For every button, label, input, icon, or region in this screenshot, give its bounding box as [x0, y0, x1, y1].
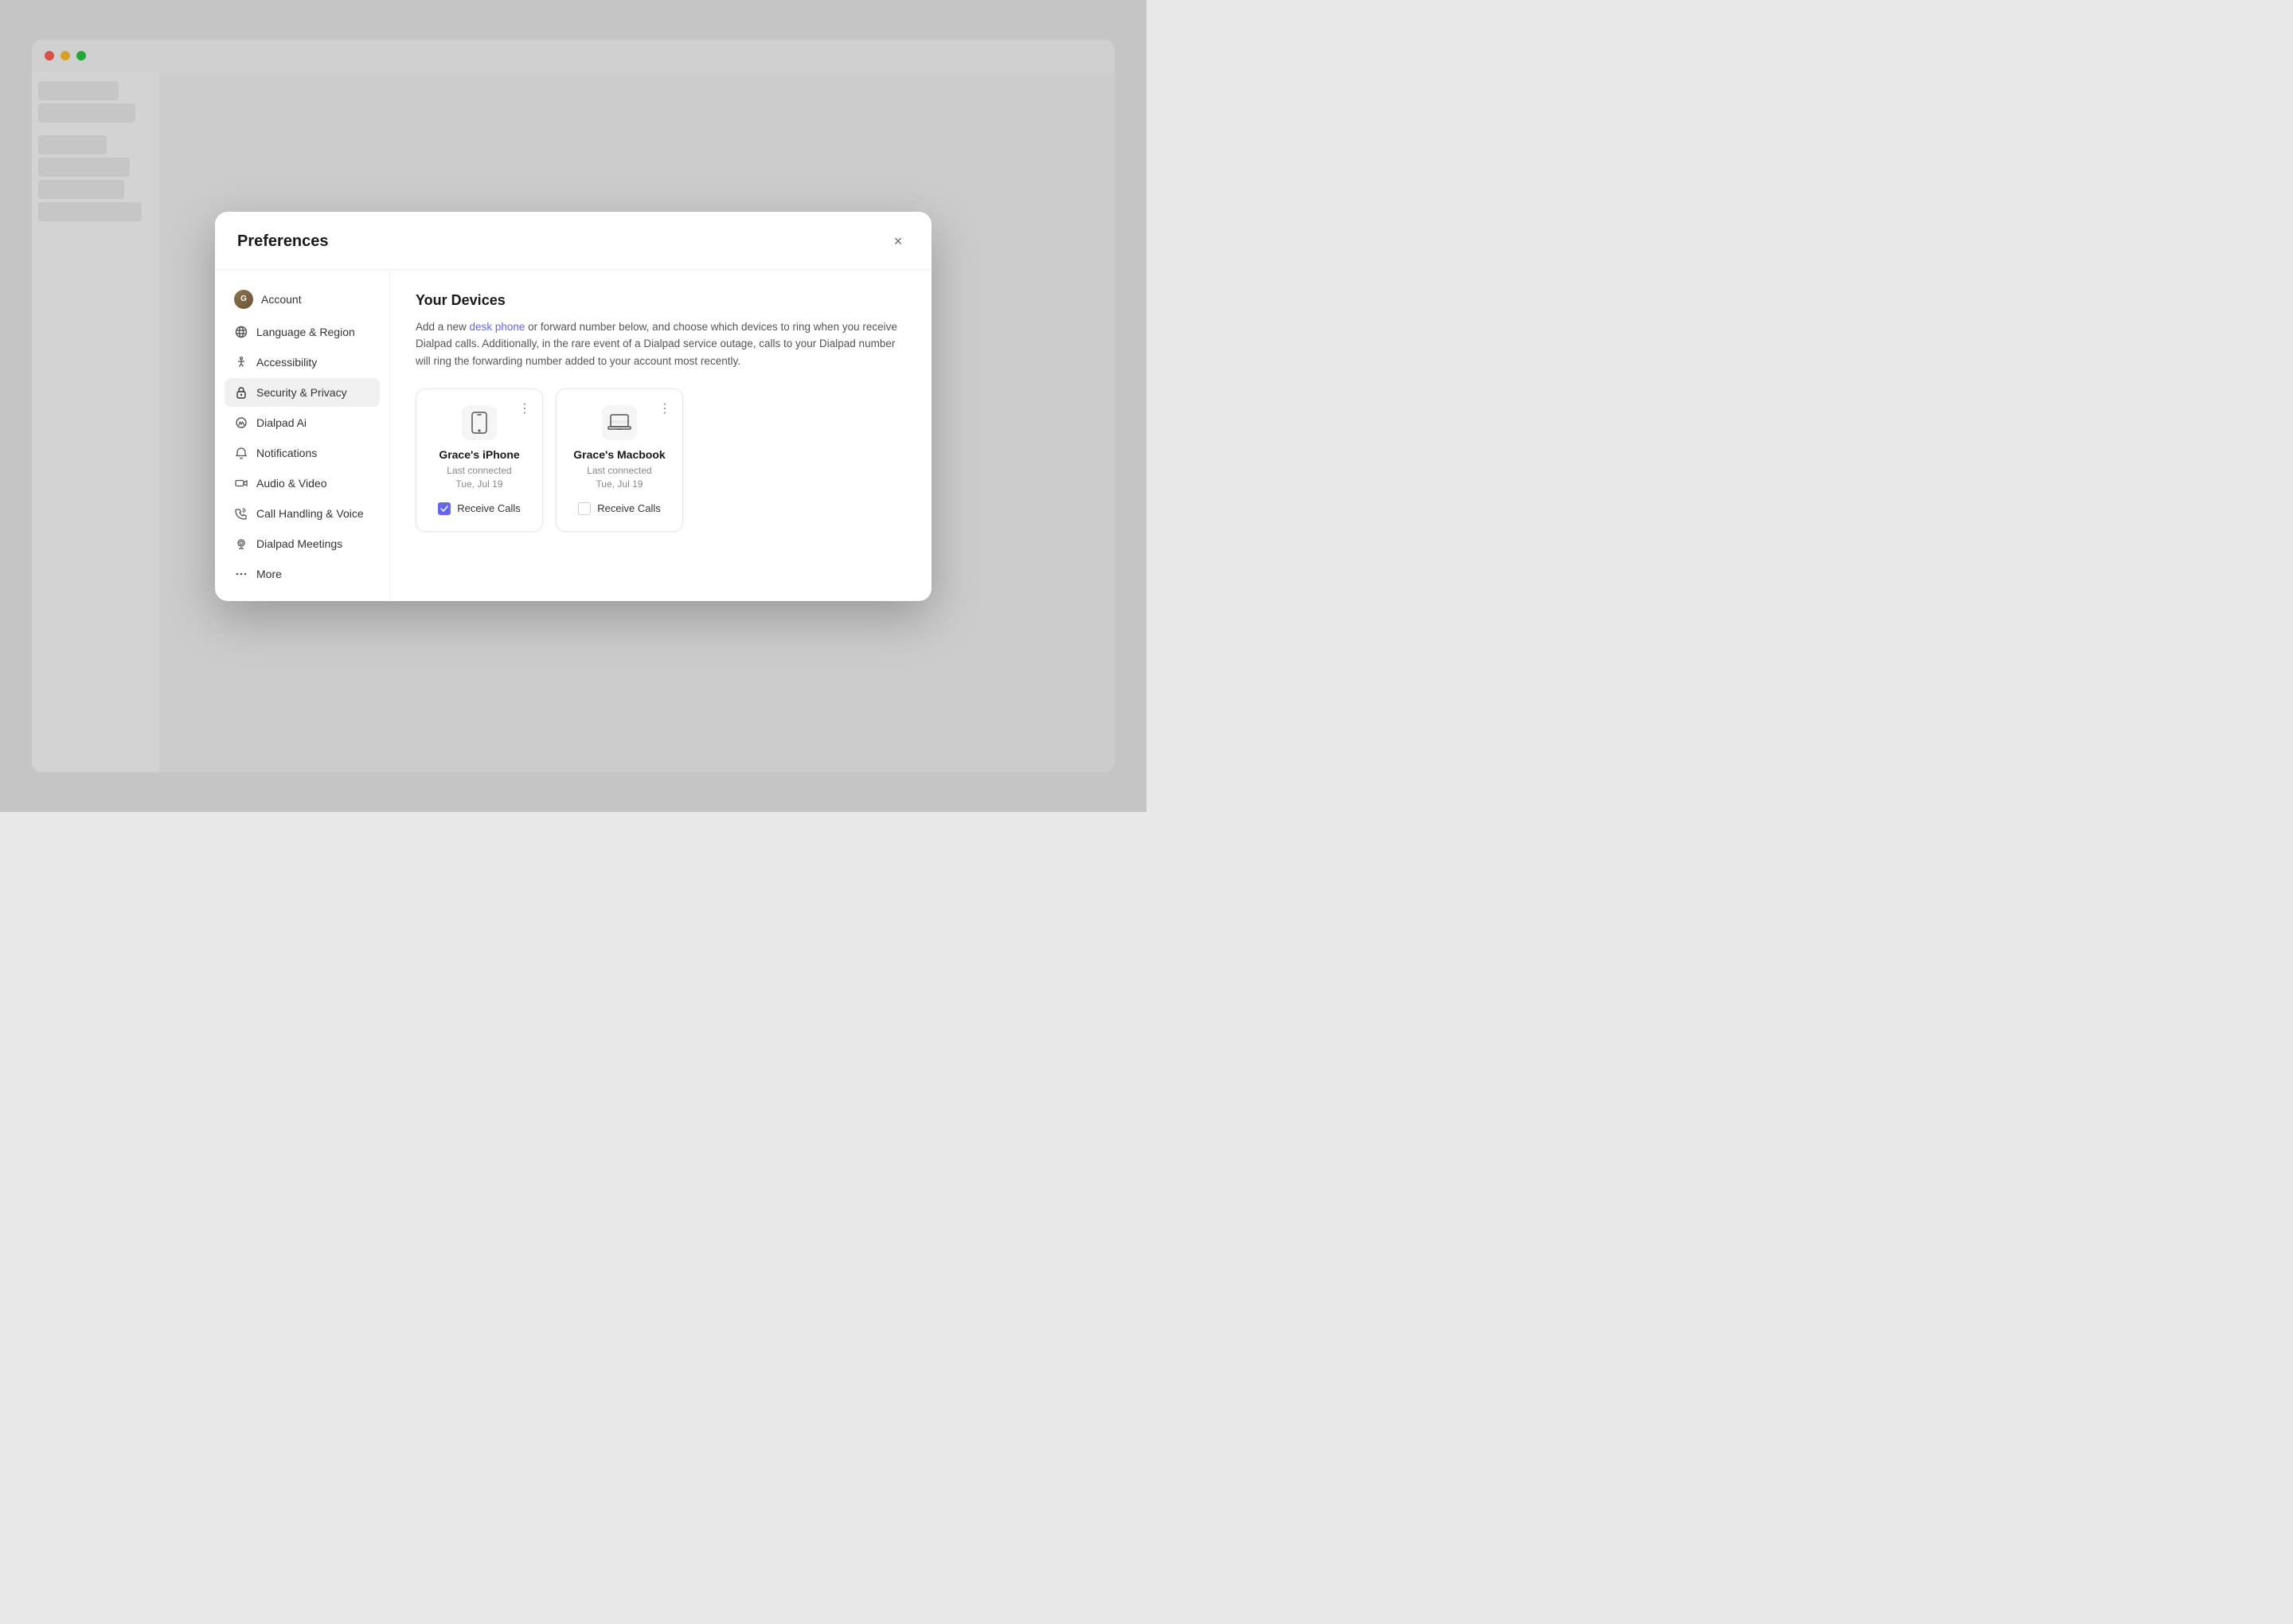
modal-body: G Account Language & Region	[215, 270, 932, 601]
iphone-device-icon	[462, 405, 497, 440]
iphone-receive-calls-row: Receive Calls	[438, 502, 520, 515]
phone-icon	[234, 506, 248, 521]
content-description: Add a new desk phone or forward number b…	[416, 318, 906, 370]
user-avatar: G	[234, 290, 253, 309]
sidebar-item-more[interactable]: More	[225, 560, 380, 588]
macbook-last-connected: Last connected Tue, Jul 19	[587, 464, 651, 491]
sidebar-label-security: Security & Privacy	[256, 386, 347, 399]
sidebar-label-meetings: Dialpad Meetings	[256, 537, 342, 550]
macbook-receive-calls-checkbox[interactable]	[578, 502, 591, 515]
modal-overlay: Preferences × G Account	[0, 0, 1146, 812]
content-area: Your Devices Add a new desk phone or for…	[390, 270, 932, 601]
webcam-icon	[234, 537, 248, 551]
sidebar-label-accessibility: Accessibility	[256, 356, 317, 369]
sidebar-label-audio-video: Audio & Video	[256, 477, 326, 490]
device-macbook-menu-button[interactable]: ⋮	[655, 397, 674, 420]
sidebar-item-dialpad-ai[interactable]: Dialpad Ai	[225, 408, 380, 437]
sidebar-item-account[interactable]: G Account	[225, 283, 380, 316]
devices-list: ⋮ Grace's iPhone Last connected Tue, Jul	[416, 388, 906, 532]
sidebar-item-notifications[interactable]: Notifications	[225, 439, 380, 467]
close-button[interactable]: ×	[887, 231, 909, 253]
accessibility-icon	[234, 355, 248, 369]
macbook-device-name: Grace's Macbook	[573, 448, 665, 461]
more-icon	[234, 567, 248, 581]
macbook-device-icon	[602, 405, 637, 440]
device-iphone-menu-button[interactable]: ⋮	[515, 397, 534, 420]
language-icon	[234, 325, 248, 339]
sidebar-item-audio-video[interactable]: Audio & Video	[225, 469, 380, 498]
sidebar-label-language: Language & Region	[256, 326, 355, 338]
sidebar-item-language[interactable]: Language & Region	[225, 318, 380, 346]
sidebar-item-security[interactable]: Security & Privacy	[225, 378, 380, 407]
iphone-last-connected: Last connected Tue, Jul 19	[447, 464, 511, 491]
ai-icon	[234, 416, 248, 430]
lock-icon	[234, 385, 248, 400]
macbook-receive-calls-label: Receive Calls	[597, 502, 660, 514]
iphone-device-name: Grace's iPhone	[439, 448, 519, 461]
sidebar-item-accessibility[interactable]: Accessibility	[225, 348, 380, 377]
sidebar-item-call-handling[interactable]: Call Handling & Voice	[225, 499, 380, 528]
device-card-macbook: ⋮ Grace's Macbook Last connected	[556, 388, 683, 532]
sidebar-label-call-handling: Call Handling & Voice	[256, 507, 364, 520]
desk-phone-link[interactable]: desk phone	[470, 321, 525, 333]
camera-icon	[234, 476, 248, 490]
macbook-receive-calls-row: Receive Calls	[578, 502, 660, 515]
sidebar-label-notifications: Notifications	[256, 447, 317, 459]
device-card-iphone: ⋮ Grace's iPhone Last connected Tue, Jul	[416, 388, 543, 532]
modal-header: Preferences ×	[215, 212, 932, 270]
sidebar-label-account: Account	[261, 293, 302, 306]
content-title: Your Devices	[416, 292, 906, 309]
preferences-nav: G Account Language & Region	[215, 270, 390, 601]
preferences-modal: Preferences × G Account	[215, 212, 932, 601]
iphone-receive-calls-label: Receive Calls	[457, 502, 520, 514]
iphone-receive-calls-checkbox[interactable]	[438, 502, 451, 515]
sidebar-item-meetings[interactable]: Dialpad Meetings	[225, 529, 380, 558]
sidebar-label-more: More	[256, 568, 282, 580]
sidebar-label-dialpad-ai: Dialpad Ai	[256, 416, 307, 429]
modal-title: Preferences	[237, 232, 329, 251]
bell-icon	[234, 446, 248, 460]
